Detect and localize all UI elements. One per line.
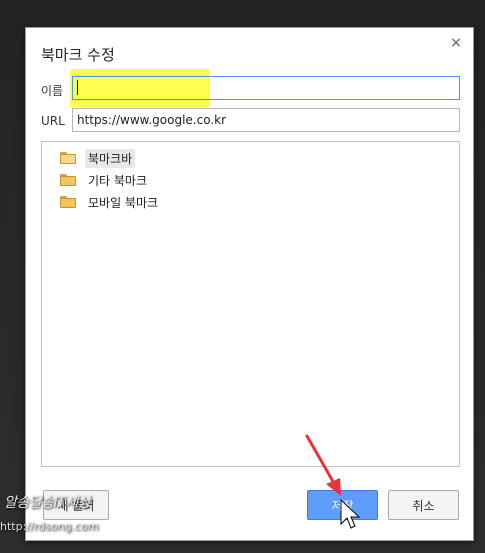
close-icon[interactable]: × <box>449 36 463 50</box>
tree-item-other-bookmarks[interactable]: 기타 북마크 <box>60 170 150 190</box>
tree-item-mobile-bookmarks[interactable]: 모바일 북마크 <box>60 192 161 212</box>
tree-item-bookmarks-bar[interactable]: 북마크바 <box>60 148 136 168</box>
dialog-title: 북마크 수정 <box>41 46 115 64</box>
url-label: URL <box>41 114 65 128</box>
tree-item-label: 북마크바 <box>85 148 136 168</box>
folder-open-icon <box>60 152 76 164</box>
cancel-button[interactable]: 취소 <box>388 490 459 520</box>
folder-tree[interactable]: 북마크바 기타 북마크 모바일 북마크 <box>41 141 460 467</box>
name-input[interactable] <box>72 76 460 100</box>
save-button[interactable]: 저장 <box>307 490 378 520</box>
tree-item-label: 모바일 북마크 <box>88 195 159 210</box>
folder-icon <box>60 174 76 186</box>
url-input[interactable] <box>72 108 460 132</box>
name-label: 이름 <box>41 84 64 98</box>
folder-icon <box>60 196 76 208</box>
watermark-text: 알송달송IT세상 <box>4 495 90 511</box>
tree-item-label: 기타 북마크 <box>88 173 148 188</box>
watermark-url: http://rdsong.com <box>0 520 99 533</box>
text-caret <box>77 80 78 95</box>
edit-bookmark-dialog: 북마크 수정 × 이름 URL 북마크바 기타 북마크 모바일 북마크 새 폴더… <box>25 27 474 541</box>
